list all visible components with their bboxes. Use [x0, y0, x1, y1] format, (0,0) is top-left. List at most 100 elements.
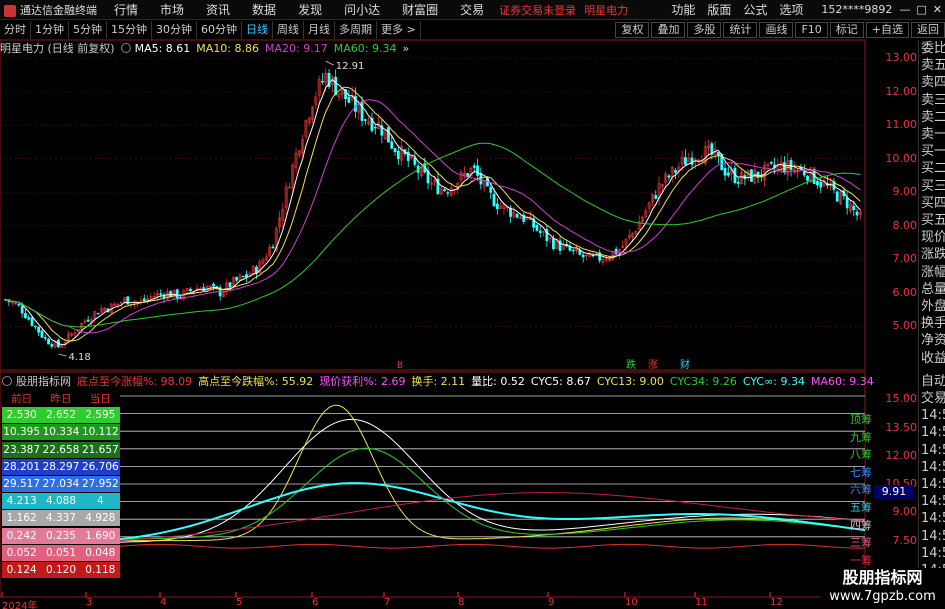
candlestick [245, 270, 248, 283]
event-marker[interactable]: 财 [680, 358, 690, 371]
ma20-line [5, 99, 861, 334]
event-marker[interactable]: 涨 [648, 359, 658, 371]
candlestick [446, 190, 450, 197]
sub-tick-label: 9.00 [892, 505, 918, 519]
chip-table-cell: 23.387 [3, 443, 41, 456]
sidebar-trade-item[interactable]: 14:56 [919, 545, 945, 562]
candlestick [726, 166, 730, 178]
sidebar-trade-item[interactable]: 交易 [919, 390, 945, 407]
turnover-label: 换手: 2.11 [411, 375, 466, 388]
high-pointer [325, 60, 334, 66]
sidebar-trade-item[interactable]: 14:56 [919, 442, 945, 459]
candlestick [545, 225, 549, 247]
candlestick [647, 201, 651, 213]
sidebar-field: 买三 [921, 178, 945, 194]
candlestick [281, 203, 285, 228]
ma10-label: MA10: 8.86 [196, 41, 260, 55]
candlestick [271, 244, 275, 249]
chip-table-cell: 0.242 [6, 529, 37, 542]
candlestick [50, 341, 54, 349]
candlestick [268, 243, 272, 257]
sub-tick-label: 13.50 [885, 420, 918, 434]
date-tick-label: 11 [695, 597, 708, 608]
main-indicator-header: 明星电力 (日线 前复权) MA5: 8.61 MA10: 8.86 MA20:… [0, 41, 415, 56]
chip-table-row: 0.242 0.235 1.690 [2, 527, 120, 544]
candlestick [311, 105, 314, 124]
watermark-title: 股朋指标网 [842, 568, 923, 587]
sub-chart-title: 股朋指标网 [16, 375, 71, 388]
chip-table-cell: 10.395 [3, 426, 41, 439]
col-header: 当日 [89, 393, 111, 405]
candlestick [548, 236, 552, 244]
candlestick [96, 312, 100, 315]
candlestick [387, 126, 390, 143]
sidebar-trade-item[interactable]: 14:56 [919, 476, 945, 493]
chip-table: 前日 昨日 当日 2.530 2.652 2.595 10.395 10.334 10.1… [2, 392, 120, 579]
candlestick [360, 96, 364, 127]
event-marker[interactable]: B [397, 361, 403, 371]
candlestick [796, 168, 800, 179]
candlestick [776, 158, 780, 176]
candlestick [769, 161, 773, 166]
profit-label: 现价获利%: 2.69 [319, 375, 406, 388]
candlestick [317, 75, 321, 103]
chip-table-cell: 0.118 [85, 563, 116, 576]
chip-table-cell: 29.517 [3, 477, 41, 490]
more-icon[interactable]: » [402, 42, 409, 55]
price-tick-label: 9.00 [892, 185, 918, 199]
sidebar-trade-item[interactable]: 14:56 [919, 493, 945, 510]
candlestick [43, 334, 47, 342]
candlestick [284, 182, 288, 215]
candlestick [314, 92, 318, 110]
candlestick [33, 325, 37, 330]
price-tick-label: 12.00 [885, 84, 918, 98]
candlestick [241, 275, 245, 278]
sidebar-trade-item[interactable]: 14:56 [919, 510, 945, 527]
sidebar-trade-item[interactable]: 14:56 [919, 407, 945, 424]
date-tick-label: 8 [458, 597, 465, 608]
candlestick [109, 303, 113, 314]
candlestick [73, 330, 77, 337]
candlestick [393, 147, 397, 156]
candlestick [327, 68, 331, 89]
candlestick [304, 119, 308, 140]
candlestick [288, 182, 291, 189]
chip-table-cell: 26.706 [81, 460, 119, 473]
low-pointer [58, 353, 67, 357]
candlestick [139, 296, 143, 306]
settings-circle-icon[interactable] [120, 43, 131, 53]
sub-settings-icon[interactable] [2, 376, 12, 386]
candlestick [858, 209, 862, 220]
date-tick-label: 7 [384, 597, 391, 608]
chip-table-row: 4.213 4.088 4 [2, 493, 120, 510]
high-price-label: 12.91 [336, 61, 365, 72]
candlestick [482, 180, 486, 192]
sidebar-trade-item[interactable]: 14:56 [919, 459, 945, 476]
candlestick [60, 342, 64, 349]
watermark: 股朋指标网 www.7gpzb.com [820, 568, 945, 609]
chart-canvas[interactable]: 12.91 4.18 B 跌涨 财 [0, 0, 945, 609]
date-tick-label: 10 [625, 597, 638, 608]
sidebar-trade-item[interactable]: 14:56 [919, 528, 945, 545]
candlestick [806, 174, 809, 185]
event-marker[interactable]: 跌 [626, 358, 636, 371]
candlestick [746, 169, 750, 181]
sidebar-trade-item[interactable]: 14:56 [919, 424, 945, 441]
candlestick [156, 289, 159, 301]
sidebar-trade-item[interactable]: 自动 [919, 373, 945, 390]
candlestick [730, 162, 734, 182]
sub-tick-label: 12.00 [885, 448, 918, 462]
watermark-url: www.7gpzb.com [829, 589, 936, 604]
cyc13-label: CYC13: 9.00 [596, 374, 664, 388]
chip-table-cell: 28.297 [42, 460, 80, 473]
chip-table-cell: 2.530 [6, 409, 37, 422]
sidebar-field: 买四 [921, 195, 945, 211]
col-header: 前日 [11, 393, 33, 405]
price-axis: 13.00 12.00 11.00 10.00 9.00 8.00 7.00 6.00 5.00 [865, 40, 918, 370]
price-tick-label: 7.00 [892, 252, 918, 266]
candlestick [340, 89, 344, 100]
candlestick [278, 211, 281, 233]
date-tick-label: 2024年 [2, 601, 38, 609]
candlestick [86, 316, 90, 323]
chip-table-row: 10.395 10.334 10.112 [2, 424, 120, 441]
